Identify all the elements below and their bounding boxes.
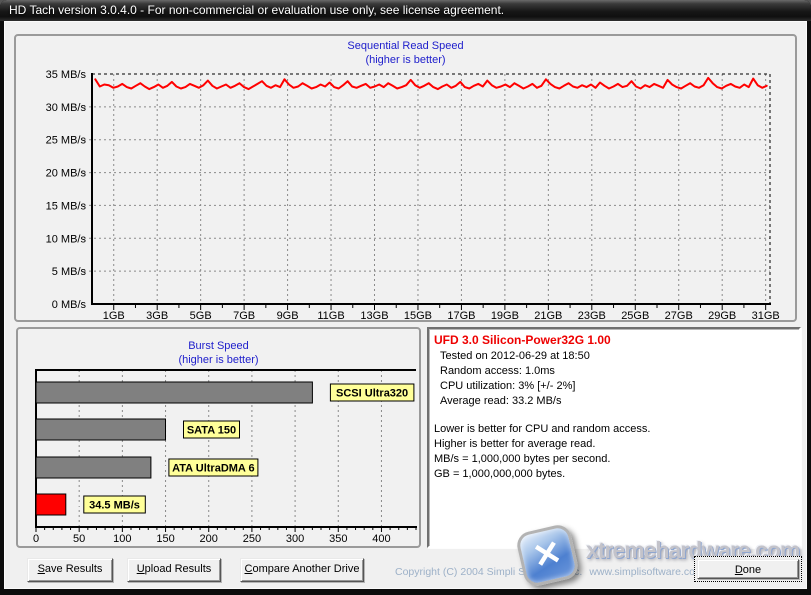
svg-text:0 MB/s: 0 MB/s — [52, 299, 87, 311]
average-read: Average read: 33.2 MB/s — [429, 394, 799, 409]
svg-text:13GB: 13GB — [360, 310, 388, 320]
random-access: Random access: 1.0ms — [429, 364, 799, 379]
hd-tach-window: HD Tach version 3.0.4.0 - For non-commer… — [0, 0, 811, 595]
burst-speed-panel: Burst Speed (higher is better) 050100150… — [16, 327, 421, 548]
sequential-read-chart: 1GB 3GB 5GB 7GB 9GB 11GB 13GB 15GB 17GB 19GB 21GB 2… — [16, 36, 795, 325]
svg-text:SATA 150: SATA 150 — [187, 425, 236, 437]
notes: Lower is better for CPU and random acces… — [429, 422, 799, 482]
svg-text:15GB: 15GB — [404, 310, 432, 320]
client-area: Sequential Read Speed (higher is better)… — [4, 21, 807, 589]
svg-text:35 MB/s: 35 MB/s — [46, 69, 87, 81]
window-title: HD Tach version 3.0.4.0 - For non-commer… — [9, 0, 504, 21]
drive-name: UFD 3.0 Silicon-Power32G 1.00 — [429, 329, 799, 349]
svg-text:23GB: 23GB — [578, 310, 606, 320]
svg-text:0: 0 — [33, 533, 39, 545]
compare-another-drive-button[interactable]: Compare Another Drive — [240, 558, 364, 582]
svg-text:10 MB/s: 10 MB/s — [46, 233, 87, 245]
svg-text:25 MB/s: 25 MB/s — [46, 135, 87, 147]
svg-text:25GB: 25GB — [621, 310, 649, 320]
svg-text:350: 350 — [329, 533, 347, 545]
upload-results-button[interactable]: Upload Results — [127, 558, 221, 582]
svg-text:400: 400 — [372, 533, 390, 545]
svg-text:19GB: 19GB — [491, 310, 519, 320]
svg-text:5GB: 5GB — [190, 310, 212, 320]
svg-text:11GB: 11GB — [317, 310, 344, 320]
website-link[interactable]: www.simplisoftware.com — [589, 566, 703, 578]
svg-text:7GB: 7GB — [233, 310, 255, 320]
sequential-read-panel: Sequential Read Speed (higher is better)… — [14, 34, 797, 322]
note-line: MB/s = 1,000,000 bytes per second. — [429, 452, 799, 467]
svg-text:300: 300 — [286, 533, 304, 545]
cpu-utilization: CPU utilization: 3% [+/- 2%] — [429, 379, 799, 394]
svg-text:150: 150 — [156, 533, 174, 545]
tested-on: Tested on 2012-06-29 at 18:50 — [429, 349, 799, 364]
svg-text:34.5 MB/s: 34.5 MB/s — [89, 500, 140, 512]
svg-text:30 MB/s: 30 MB/s — [46, 102, 87, 114]
done-button[interactable]: Done — [697, 559, 799, 579]
save-results-button[interactable]: Save Results — [27, 558, 113, 582]
svg-text:1GB: 1GB — [103, 310, 125, 320]
svg-text:ATA UltraDMA 6: ATA UltraDMA 6 — [172, 463, 255, 475]
svg-text:50: 50 — [73, 533, 85, 545]
title-bar[interactable]: HD Tach version 3.0.4.0 - For non-commer… — [0, 0, 811, 21]
svg-text:27GB: 27GB — [665, 310, 693, 320]
svg-text:17GB: 17GB — [447, 310, 475, 320]
results-info-panel: UFD 3.0 Silicon-Power32G 1.00 Tested on … — [427, 327, 801, 548]
note-line: Lower is better for CPU and random acces… — [429, 422, 799, 437]
svg-text:31GB: 31GB — [752, 310, 780, 320]
svg-text:15 MB/s: 15 MB/s — [46, 200, 87, 212]
svg-text:21GB: 21GB — [534, 310, 562, 320]
svg-text:SCSI Ultra320: SCSI Ultra320 — [336, 388, 408, 400]
svg-text:200: 200 — [200, 533, 218, 545]
svg-text:29GB: 29GB — [708, 310, 736, 320]
svg-text:20 MB/s: 20 MB/s — [46, 168, 87, 180]
note-line: GB = 1,000,000,000 bytes. — [429, 467, 799, 482]
svg-text:100: 100 — [113, 533, 131, 545]
done-button-focus-ring: Done — [694, 556, 802, 582]
burst-speed-chart: 0 50 100 150 200 250 300 350 400 SCSI Ultra320 SAT… — [18, 329, 419, 551]
svg-text:5 MB/s: 5 MB/s — [52, 266, 87, 278]
svg-text:250: 250 — [243, 533, 261, 545]
note-line: Higher is better for average read. — [429, 437, 799, 452]
svg-text:9GB: 9GB — [277, 310, 299, 320]
svg-text:3GB: 3GB — [146, 310, 168, 320]
